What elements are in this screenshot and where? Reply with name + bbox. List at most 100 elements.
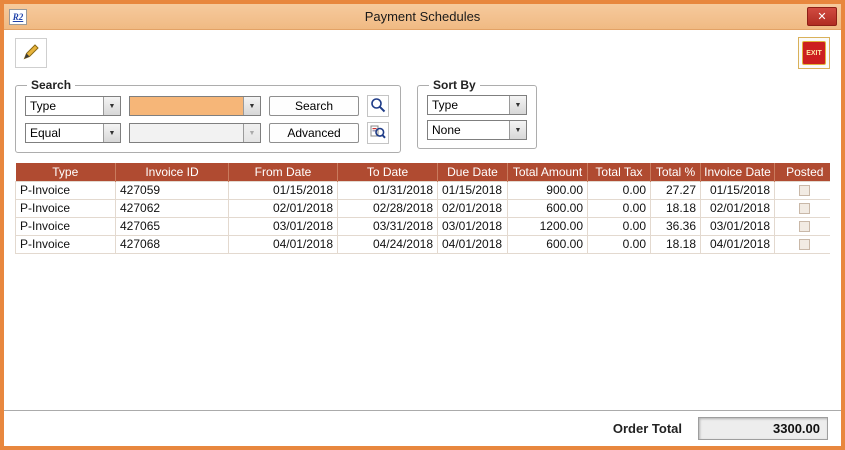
cell-invoice-date: 01/15/2018 [701, 181, 775, 199]
cell-from-date: 04/01/2018 [229, 235, 338, 253]
cell-total-pct: 18.18 [651, 235, 701, 253]
sort-by-group: Sort By Type ▼ None ▼ [417, 78, 537, 149]
chevron-down-icon[interactable]: ▼ [103, 124, 120, 142]
filters-row: Search Type ▼ ▼ Search [4, 76, 841, 153]
search-value-text [130, 97, 243, 115]
exit-icon: EXIT [802, 41, 826, 65]
posted-checkbox[interactable] [799, 239, 810, 250]
column-header-total-%[interactable]: Total % [651, 163, 701, 181]
search-value2-combo: ▼ [129, 123, 261, 143]
search-value-combo[interactable]: ▼ [129, 96, 261, 116]
pencil-icon [22, 43, 40, 64]
table-row[interactable]: P-Invoice42706503/01/201803/31/201803/01… [16, 217, 831, 235]
sort-primary-value: Type [428, 96, 509, 114]
posted-checkbox[interactable] [799, 185, 810, 196]
column-header-from-date[interactable]: From Date [229, 163, 338, 181]
titlebar: R2 Payment Schedules ✕ [4, 4, 841, 30]
cell-to-date: 02/28/2018 [338, 199, 438, 217]
invoice-table-container: TypeInvoice IDFrom DateTo DateDue DateTo… [15, 163, 830, 410]
cell-total-amount: 1200.00 [508, 217, 588, 235]
edit-button[interactable] [15, 38, 47, 68]
table-row[interactable]: P-Invoice42706202/01/201802/28/201802/01… [16, 199, 831, 217]
search-field-value: Type [26, 97, 103, 115]
cell-from-date: 02/01/2018 [229, 199, 338, 217]
table-row[interactable]: P-Invoice42706804/01/201804/24/201804/01… [16, 235, 831, 253]
cell-type: P-Invoice [16, 181, 116, 199]
cell-invoice-id: 427059 [116, 181, 229, 199]
column-header-invoice-id[interactable]: Invoice ID [116, 163, 229, 181]
table-row[interactable]: P-Invoice42705901/15/201801/31/201801/15… [16, 181, 831, 199]
cell-due-date: 03/01/2018 [438, 217, 508, 235]
table-header-row: TypeInvoice IDFrom DateTo DateDue DateTo… [16, 163, 831, 181]
cell-total-pct: 27.27 [651, 181, 701, 199]
cell-type: P-Invoice [16, 235, 116, 253]
cell-due-date: 02/01/2018 [438, 199, 508, 217]
search-value2-text [130, 124, 243, 142]
advanced-search-button[interactable] [367, 122, 389, 144]
sort-primary-combo[interactable]: Type ▼ [427, 95, 527, 115]
window-title: Payment Schedules [4, 9, 841, 24]
cell-total-tax: 0.00 [588, 199, 651, 217]
sort-secondary-combo[interactable]: None ▼ [427, 120, 527, 140]
window-content: EXIT Search Type ▼ ▼ Search [4, 30, 841, 446]
search-group: Search Type ▼ ▼ Search [15, 78, 401, 153]
close-icon: ✕ [817, 11, 826, 23]
search-operator-combo[interactable]: Equal ▼ [25, 123, 121, 143]
magnifier-icon [370, 97, 386, 116]
sort-by-group-label: Sort By [429, 78, 480, 92]
column-header-invoice-date[interactable]: Invoice Date [701, 163, 775, 181]
chevron-down-icon[interactable]: ▼ [103, 97, 120, 115]
invoice-table: TypeInvoice IDFrom DateTo DateDue DateTo… [15, 163, 830, 254]
toolbar: EXIT [4, 30, 841, 76]
column-header-due-date[interactable]: Due Date [438, 163, 508, 181]
footer: Order Total 3300.00 [4, 410, 841, 446]
cell-invoice-date: 03/01/2018 [701, 217, 775, 235]
search-button[interactable]: Search [269, 96, 359, 116]
cell-posted [775, 217, 831, 235]
column-header-total-amount[interactable]: Total Amount [508, 163, 588, 181]
search-group-label: Search [27, 78, 75, 92]
cell-invoice-id: 427062 [116, 199, 229, 217]
cell-total-amount: 900.00 [508, 181, 588, 199]
invoice-table-body: P-Invoice42705901/15/201801/31/201801/15… [16, 181, 831, 253]
close-button[interactable]: ✕ [807, 7, 837, 26]
cell-total-amount: 600.00 [508, 199, 588, 217]
cell-type: P-Invoice [16, 217, 116, 235]
posted-checkbox[interactable] [799, 203, 810, 214]
search-magnifier-button[interactable] [367, 95, 389, 117]
cell-from-date: 01/15/2018 [229, 181, 338, 199]
sort-secondary-value: None [428, 121, 509, 139]
cell-to-date: 03/31/2018 [338, 217, 438, 235]
cell-posted [775, 235, 831, 253]
cell-type: P-Invoice [16, 199, 116, 217]
chevron-down-icon[interactable]: ▼ [509, 121, 526, 139]
column-header-posted[interactable]: Posted [775, 163, 831, 181]
cell-due-date: 01/15/2018 [438, 181, 508, 199]
order-total-value: 3300.00 [698, 417, 828, 440]
advanced-button[interactable]: Advanced [269, 123, 359, 143]
column-header-type[interactable]: Type [16, 163, 116, 181]
search-operator-value: Equal [26, 124, 103, 142]
magnifier-document-icon [370, 124, 386, 143]
column-header-total-tax[interactable]: Total Tax [588, 163, 651, 181]
cell-total-tax: 0.00 [588, 235, 651, 253]
exit-button[interactable]: EXIT [798, 37, 830, 69]
posted-checkbox[interactable] [799, 221, 810, 232]
cell-total-tax: 0.00 [588, 217, 651, 235]
order-total-label: Order Total [613, 421, 682, 436]
cell-posted [775, 181, 831, 199]
cell-total-pct: 36.36 [651, 217, 701, 235]
app-logo-icon: R2 [9, 9, 27, 25]
cell-total-pct: 18.18 [651, 199, 701, 217]
column-header-to-date[interactable]: To Date [338, 163, 438, 181]
chevron-down-icon[interactable]: ▼ [243, 97, 260, 115]
cell-total-amount: 600.00 [508, 235, 588, 253]
search-field-combo[interactable]: Type ▼ [25, 96, 121, 116]
cell-invoice-date: 02/01/2018 [701, 199, 775, 217]
cell-to-date: 04/24/2018 [338, 235, 438, 253]
cell-invoice-date: 04/01/2018 [701, 235, 775, 253]
chevron-down-icon[interactable]: ▼ [509, 96, 526, 114]
cell-posted [775, 199, 831, 217]
cell-to-date: 01/31/2018 [338, 181, 438, 199]
cell-invoice-id: 427068 [116, 235, 229, 253]
